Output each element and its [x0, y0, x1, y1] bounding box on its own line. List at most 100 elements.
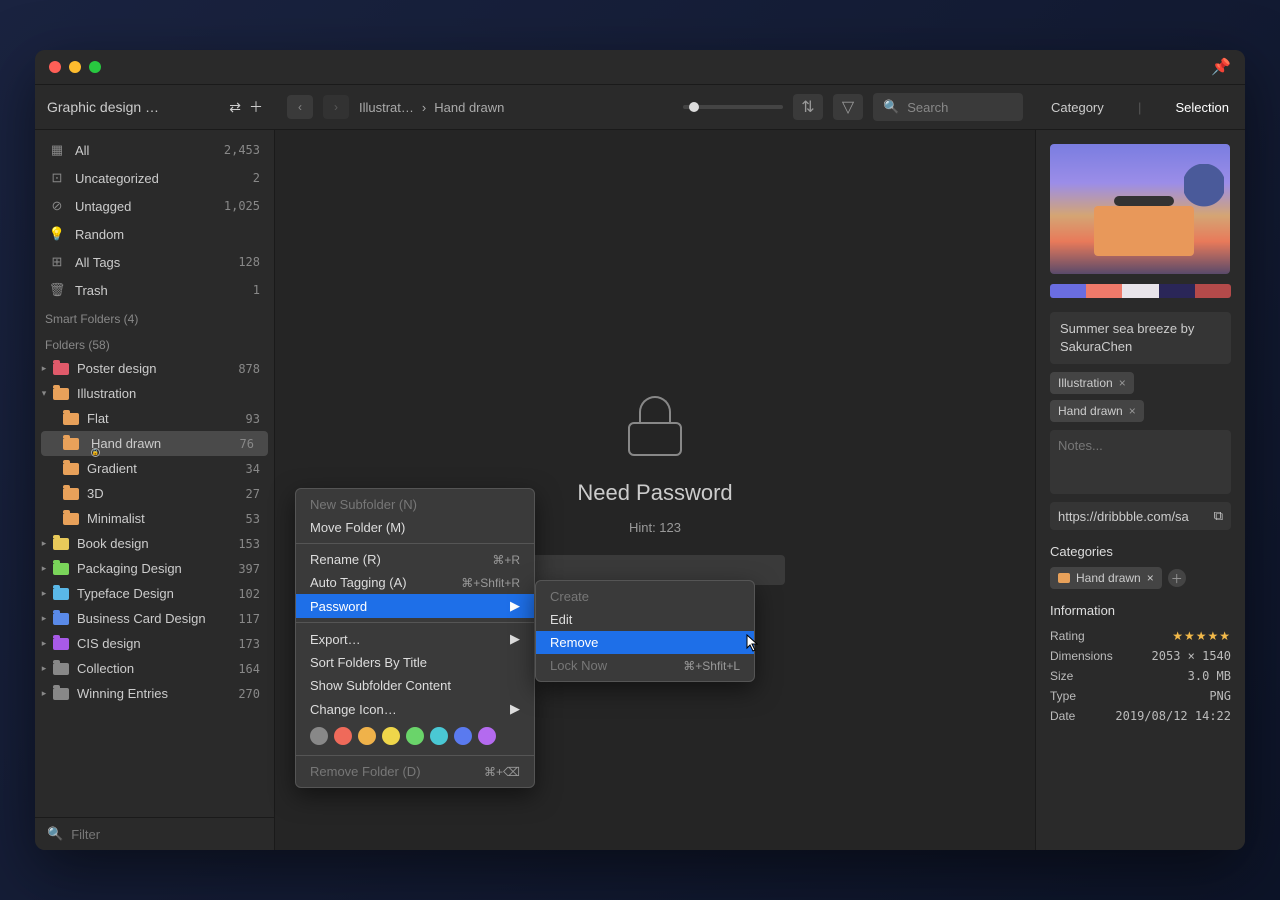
- folder-minimalist[interactable]: Minimalist53: [35, 506, 274, 531]
- menu-item-auto-tagging-a-[interactable]: Auto Tagging (A)⌘+Shfit+R: [296, 571, 534, 594]
- nav-forward-button[interactable]: ›: [323, 95, 349, 119]
- tab-selection[interactable]: Selection: [1176, 100, 1229, 115]
- maximize-button[interactable]: [89, 61, 101, 73]
- remove-tag-icon[interactable]: ×: [1129, 404, 1136, 418]
- rating-stars[interactable]: ★★★★★: [1172, 629, 1231, 643]
- add-category-button[interactable]: ＋: [1168, 569, 1186, 587]
- pin-icon[interactable]: 📌: [1211, 57, 1231, 77]
- close-button[interactable]: [49, 61, 61, 73]
- color-swatches[interactable]: [1050, 284, 1231, 298]
- swatch[interactable]: [1050, 284, 1086, 298]
- sidebar-icon: 💡: [49, 226, 65, 242]
- search-input[interactable]: 🔍 Search: [873, 93, 1023, 121]
- color-option[interactable]: [430, 727, 448, 745]
- category-tag[interactable]: Hand drawn ×: [1050, 567, 1162, 589]
- sidebar-item-untagged[interactable]: ⊘Untagged1,025: [35, 192, 274, 220]
- folder-icon: [53, 663, 69, 675]
- toolbar: Graphic design … ⇄ ＋ ‹ › Illustrat…›Hand…: [35, 84, 1245, 130]
- notes-field[interactable]: Notes...: [1050, 430, 1231, 494]
- add-library-button[interactable]: ＋: [249, 97, 263, 117]
- submenu-item-edit[interactable]: Edit: [536, 608, 754, 631]
- sidebar-filter-input[interactable]: 🔍 Filter: [35, 817, 274, 850]
- folder-icon: [63, 488, 79, 500]
- tag-illustration[interactable]: Illustration×: [1050, 372, 1134, 394]
- inspector: Summer sea breeze by SakuraChen Illustra…: [1035, 130, 1245, 850]
- folder-icon: [53, 688, 69, 700]
- nav-back-button[interactable]: ‹: [287, 95, 313, 119]
- menu-item-password[interactable]: Password▶: [296, 594, 534, 618]
- folder-business-card-design[interactable]: ▸Business Card Design117: [35, 606, 274, 631]
- search-icon: 🔍: [47, 826, 63, 842]
- tab-category[interactable]: Category: [1051, 100, 1104, 115]
- folder-icon: [63, 513, 79, 525]
- menu-item-show-subfolder-content[interactable]: Show Subfolder Content: [296, 674, 534, 697]
- menu-item-export-[interactable]: Export…▶: [296, 627, 534, 651]
- folder-icon: [63, 463, 79, 475]
- folder-hand-drawn[interactable]: 🔒Hand drawn76: [41, 431, 268, 456]
- sidebar-item-random[interactable]: 💡Random: [35, 220, 274, 248]
- breadcrumb[interactable]: Illustrat…›Hand drawn: [359, 100, 504, 115]
- folders-header[interactable]: Folders (58): [35, 330, 274, 356]
- swatch[interactable]: [1122, 284, 1158, 298]
- color-option[interactable]: [382, 727, 400, 745]
- menu-item-change-icon-[interactable]: Change Icon…▶: [296, 697, 534, 721]
- tag-hand-drawn[interactable]: Hand drawn×: [1050, 400, 1144, 422]
- submenu-item-create: Create: [536, 585, 754, 608]
- password-hint: Hint: 123: [629, 520, 681, 535]
- folder-typeface-design[interactable]: ▸Typeface Design102: [35, 581, 274, 606]
- color-option[interactable]: [334, 727, 352, 745]
- context-menu: New Subfolder (N)Move Folder (M)Rename (…: [295, 488, 535, 788]
- folder-icon: [1058, 573, 1070, 583]
- filter-button[interactable]: ▽: [833, 94, 863, 120]
- smart-folders-header[interactable]: Smart Folders (4): [35, 304, 274, 330]
- swatch[interactable]: [1086, 284, 1122, 298]
- folder-3d[interactable]: 3D27: [35, 481, 274, 506]
- swatch[interactable]: [1195, 284, 1231, 298]
- remove-tag-icon[interactable]: ×: [1119, 376, 1126, 390]
- color-option[interactable]: [478, 727, 496, 745]
- swatch[interactable]: [1159, 284, 1195, 298]
- folder-icon: [53, 363, 69, 375]
- item-title[interactable]: Summer sea breeze by SakuraChen: [1050, 312, 1231, 364]
- folder-gradient[interactable]: Gradient34: [35, 456, 274, 481]
- zoom-slider[interactable]: [683, 105, 783, 109]
- sidebar-icon: ⊞: [49, 254, 65, 270]
- information-header: Information: [1050, 603, 1231, 618]
- sidebar-item-all[interactable]: ▦All2,453: [35, 136, 274, 164]
- folder-illustration[interactable]: ▾Illustration: [35, 381, 274, 406]
- folder-packaging-design[interactable]: ▸Packaging Design397: [35, 556, 274, 581]
- folder-book-design[interactable]: ▸Book design153: [35, 531, 274, 556]
- menu-item-rename-r-[interactable]: Rename (R)⌘+R: [296, 548, 534, 571]
- remove-category-icon[interactable]: ×: [1147, 571, 1154, 585]
- open-url-icon[interactable]: ⧉: [1214, 508, 1223, 524]
- folder-winning-entries[interactable]: ▸Winning Entries270: [35, 681, 274, 706]
- menu-item-move-folder-m-[interactable]: Move Folder (M): [296, 516, 534, 539]
- color-option[interactable]: [406, 727, 424, 745]
- sidebar-item-uncategorized[interactable]: ⊡Uncategorized2: [35, 164, 274, 192]
- url-field[interactable]: https://dribbble.com/sa ⧉: [1050, 502, 1231, 530]
- sidebar-icon: ⊡: [49, 170, 65, 186]
- folder-collection[interactable]: ▸Collection164: [35, 656, 274, 681]
- cursor-icon: [746, 634, 760, 652]
- minimize-button[interactable]: [69, 61, 81, 73]
- folder-cis-design[interactable]: ▸CIS design173: [35, 631, 274, 656]
- sidebar-item-trash[interactable]: 🗑Trash1: [35, 276, 274, 304]
- folder-flat[interactable]: Flat93: [35, 406, 274, 431]
- sidebar-item-all-tags[interactable]: ⊞All Tags128: [35, 248, 274, 276]
- categories-header: Categories: [1050, 544, 1231, 559]
- folder-icon: [53, 388, 69, 400]
- menu-item-sort-folders-by-title[interactable]: Sort Folders By Title: [296, 651, 534, 674]
- password-heading: Need Password: [577, 480, 732, 506]
- swap-icon[interactable]: ⇄: [229, 99, 241, 116]
- folder-poster-design[interactable]: ▸Poster design878: [35, 356, 274, 381]
- sort-button[interactable]: ⇅: [793, 94, 823, 120]
- folder-icon: [63, 438, 79, 450]
- sidebar: ▦All2,453⊡Uncategorized2⊘Untagged1,025💡R…: [35, 130, 275, 850]
- preview-thumbnail[interactable]: [1050, 144, 1230, 274]
- color-option[interactable]: [310, 727, 328, 745]
- color-option[interactable]: [454, 727, 472, 745]
- library-title[interactable]: Graphic design …: [47, 99, 221, 115]
- color-option[interactable]: [358, 727, 376, 745]
- submenu-item-remove[interactable]: Remove: [536, 631, 754, 654]
- app-window: 📌 Graphic design … ⇄ ＋ ‹ › Illustrat…›Ha…: [35, 50, 1245, 850]
